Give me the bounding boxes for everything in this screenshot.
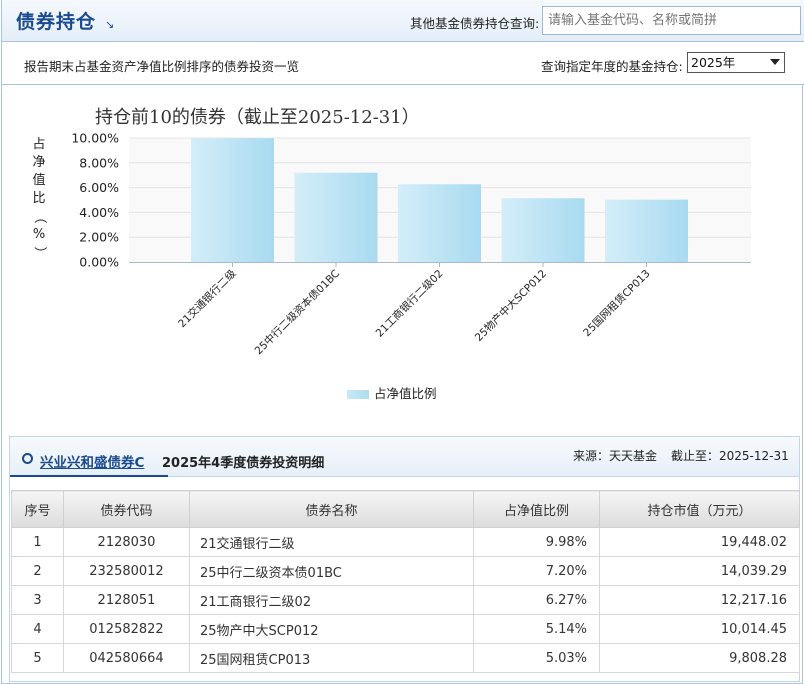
- y-tick-label: 4.00%: [79, 205, 119, 220]
- bar-chart: 0.00%2.00%4.00%6.00%8.00%10.00%21交通银行二级 2…: [71, 131, 751, 357]
- bar[interactable]: [605, 199, 688, 262]
- x-tick-label: 25中行二级资本债01BC: [252, 267, 342, 357]
- holdings-detail: 兴业兴和盛债券C 2025年4季度债券投资明细 来源：天天基金 截止至：2025…: [9, 436, 800, 682]
- bar[interactable]: [398, 184, 481, 262]
- search-label: 其他基金债券持仓查询:: [410, 16, 540, 31]
- y-tick-label: 10.00%: [71, 131, 119, 146]
- col-header-ratio: 占净值比例: [473, 490, 600, 528]
- bar[interactable]: [294, 172, 378, 262]
- x-tick-label: 21交通银行二级: [175, 267, 239, 331]
- table-row: 1 2128030 21交通银行二级 9.98% 19,448.02: [11, 527, 800, 557]
- detail-header: 兴业兴和盛债券C 2025年4季度债券投资明细 来源：天天基金 截止至：2025…: [10, 437, 799, 477]
- legend-swatch: [347, 390, 369, 399]
- market-value: 14,039.29: [599, 556, 800, 586]
- x-tick-label: 21工商银行二级02: [373, 267, 446, 340]
- bar[interactable]: [191, 138, 274, 262]
- market-value: 10,014.45: [599, 614, 800, 644]
- bar[interactable]: [501, 198, 585, 262]
- row-index: 1: [11, 527, 64, 557]
- y-tick-label: 8.00%: [79, 155, 119, 170]
- col-header-name: 债券名称: [189, 490, 474, 528]
- page-header: 债券持仓 ↘ 其他基金债券持仓查询:: [2, 0, 804, 42]
- bond-name: 25物产中大SCP012: [189, 614, 474, 644]
- market-value: 19,448.02: [599, 527, 800, 557]
- bond-code: 012582822: [63, 614, 190, 644]
- description-text: 报告期末占基金资产净值比例排序的债券投资一览: [24, 59, 300, 74]
- row-index: 3: [11, 585, 64, 615]
- col-header-index: 序号: [11, 490, 64, 528]
- x-tick-label: 25国网租赁CP013: [580, 267, 652, 339]
- active-tab-underline: [10, 475, 168, 477]
- bond-name: 21工商银行二级02: [189, 585, 474, 615]
- row-index: 4: [11, 614, 64, 644]
- net-value-ratio: 9.98%: [473, 527, 600, 557]
- year-select[interactable]: 2025年: [687, 52, 785, 73]
- chevron-down-icon: [770, 59, 780, 65]
- y-tick-label: 6.00%: [79, 180, 119, 195]
- fund-search-input[interactable]: [542, 6, 801, 35]
- net-value-ratio: 6.27%: [473, 585, 600, 615]
- sub-bar: 报告期末占基金资产净值比例排序的债券投资一览 查询指定年度的基金持仓: 2025…: [2, 42, 804, 85]
- table-row: 2 232580012 25中行二级资本债01BC 7.20% 14,039.2…: [11, 556, 800, 586]
- chart-legend[interactable]: 占净值比例: [347, 383, 437, 402]
- year-select-value: 2025年: [691, 55, 736, 70]
- year-label: 查询指定年度的基金持仓:: [541, 59, 683, 74]
- market-value: 9,808.28: [599, 643, 800, 673]
- col-header-code: 债券代码: [63, 490, 190, 528]
- deadline-text: 截止至：2025-12-31: [671, 449, 789, 463]
- legend-label: 占净值比例: [374, 386, 437, 401]
- corner-arrow-icon: ↘: [105, 18, 115, 31]
- bond-code: 2128051: [63, 585, 190, 615]
- table-row: 3 2128051 21工商银行二级02 6.27% 12,217.16: [11, 585, 800, 615]
- table-header-row: 序号 债券代码 债券名称 占净值比例 持仓市值（万元）: [11, 490, 800, 528]
- bond-code: 232580012: [63, 556, 190, 586]
- table-row: 4 012582822 25物产中大SCP012 5.14% 10,014.45: [11, 614, 800, 644]
- holdings-table: 序号 债券代码 债券名称 占净值比例 持仓市值（万元） 1 2128030 21…: [11, 490, 800, 673]
- source-text: 来源：天天基金: [573, 449, 658, 463]
- bond-code: 2128030: [63, 527, 190, 557]
- circle-bullet-icon: [22, 453, 33, 464]
- y-tick-label: 0.00%: [79, 255, 119, 270]
- market-value: 12,217.16: [599, 585, 800, 615]
- bond-name: 21交通银行二级: [189, 527, 474, 557]
- detail-title: 2025年4季度债券投资明细: [162, 456, 325, 471]
- row-index: 5: [11, 643, 64, 673]
- y-tick-label: 2.00%: [79, 230, 119, 245]
- page-frame: 债券持仓 ↘ 其他基金债券持仓查询: 报告期末占基金资产净值比例排序的债券投资一…: [1, 0, 804, 684]
- net-value-ratio: 5.14%: [473, 614, 600, 644]
- chart-area: 持仓前10的债券（截止至2025-12-31） 占净值比（%） 0.00% 2.0…: [2, 86, 804, 430]
- row-index: 2: [11, 556, 64, 586]
- table-row: 5 042580664 25国网租赁CP013 5.03% 9,808.28: [11, 643, 800, 673]
- page-title: 债券持仓: [16, 11, 97, 33]
- net-value-ratio: 7.20%: [473, 556, 600, 586]
- col-header-market-value: 持仓市值（万元）: [599, 490, 800, 528]
- bond-name: 25中行二级资本债01BC: [189, 556, 474, 586]
- bond-name: 25国网租赁CP013: [189, 643, 474, 673]
- x-tick-label: 25物产中大SCP012: [472, 267, 549, 344]
- bond-code: 042580664: [63, 643, 190, 673]
- net-value-ratio: 5.03%: [473, 643, 600, 673]
- fund-name-link[interactable]: 兴业兴和盛债券C: [40, 451, 144, 471]
